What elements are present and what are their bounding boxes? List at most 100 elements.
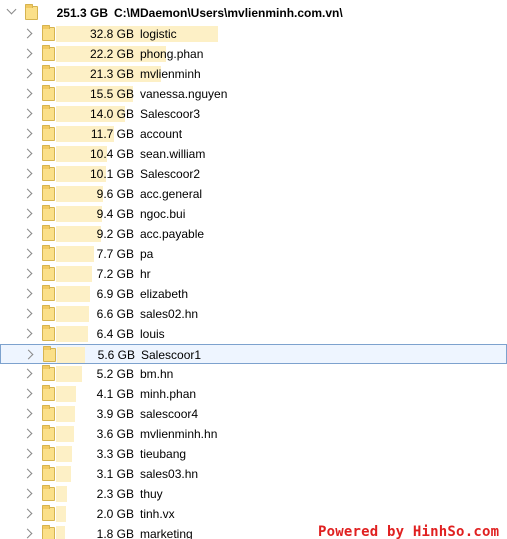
folder-icon — [42, 465, 55, 481]
folder-row[interactable]: 6.9 GB elizabeth — [0, 284, 507, 304]
folder-icon — [42, 65, 55, 81]
chevron-right-icon[interactable] — [22, 268, 33, 279]
folder-row[interactable]: 10.1 GB Salescoor2 — [0, 164, 507, 184]
folder-size: 4.1 GB — [96, 387, 134, 401]
folder-size: 5.6 GB — [97, 348, 135, 362]
chevron-right-icon[interactable] — [22, 308, 33, 319]
folder-row[interactable]: 7.2 GB hr — [0, 264, 507, 284]
folder-row[interactable]: 3.9 GB salescoor4 — [0, 404, 507, 424]
folder-row[interactable]: 2.0 GB tinh.vx — [0, 504, 507, 524]
folder-row[interactable]: 15.5 GB vanessa.nguyen — [0, 84, 507, 104]
folder-size: 6.4 GB — [96, 327, 134, 341]
folder-row[interactable]: 3.6 GB mvlienminh.hn — [0, 424, 507, 444]
folder-row[interactable]: 5.6 GB Salescoor1 — [0, 344, 507, 364]
chevron-right-icon[interactable] — [22, 148, 33, 159]
chevron-right-icon[interactable] — [22, 488, 33, 499]
chevron-right-icon[interactable] — [23, 349, 34, 360]
folder-icon — [42, 245, 55, 261]
folder-name: thuy — [140, 487, 163, 501]
folder-row[interactable]: 9.4 GB ngoc.bui — [0, 204, 507, 224]
chevron-right-icon[interactable] — [22, 408, 33, 419]
chevron-right-icon[interactable] — [22, 368, 33, 379]
root-size: 251.3 GB — [56, 6, 108, 20]
folder-row[interactable]: 32.8 GB logistic — [0, 24, 507, 44]
chevron-right-icon[interactable] — [22, 88, 33, 99]
folder-row[interactable]: 9.2 GB acc.payable — [0, 224, 507, 244]
folder-size-tree: 251.3 GB C:\MDaemon\Users\mvlienminh.com… — [0, 0, 507, 539]
chevron-right-icon[interactable] — [22, 248, 33, 259]
folder-size: 9.4 GB — [96, 207, 134, 221]
folder-size: 21.3 GB — [89, 67, 134, 81]
watermark-text: Powered by HinhSo.com — [318, 524, 500, 539]
folder-row[interactable]: 14.0 GB Salescoor3 — [0, 104, 507, 124]
folder-name: tinh.vx — [140, 507, 175, 521]
chevron-right-icon[interactable] — [22, 388, 33, 399]
folder-name: account — [140, 127, 183, 141]
folder-size: 11.7 GB — [90, 127, 134, 141]
chevron-right-icon[interactable] — [22, 208, 33, 219]
folder-row[interactable]: 6.6 GB sales02.hn — [0, 304, 507, 324]
folder-size: 5.2 GB — [96, 367, 134, 381]
chevron-right-icon[interactable] — [22, 288, 33, 299]
folder-size: 10.1 GB — [89, 167, 134, 181]
chevron-right-icon[interactable] — [22, 48, 33, 59]
folder-name: ngoc.bui — [140, 207, 186, 221]
folder-row[interactable]: 6.4 GB louis — [0, 324, 507, 344]
folder-name: sales03.hn — [140, 467, 199, 481]
chevron-right-icon[interactable] — [22, 28, 33, 39]
chevron-right-icon[interactable] — [22, 188, 33, 199]
folder-row[interactable]: 2.3 GB thuy — [0, 484, 507, 504]
chevron-right-icon[interactable] — [22, 168, 33, 179]
folder-size: 9.2 GB — [96, 227, 134, 241]
chevron-right-icon[interactable] — [22, 108, 33, 119]
folder-name: vanessa.nguyen — [140, 87, 228, 101]
folder-size: 22.2 GB — [89, 47, 134, 61]
folder-name: marketing — [140, 527, 193, 539]
folder-name: acc.general — [140, 187, 203, 201]
folder-size: 2.3 GB — [96, 487, 134, 501]
folder-icon — [42, 145, 55, 161]
chevron-right-icon[interactable] — [22, 508, 33, 519]
chevron-right-icon[interactable] — [22, 68, 33, 79]
folder-icon — [42, 285, 55, 301]
folder-name: sean.william — [140, 147, 206, 161]
chevron-right-icon[interactable] — [22, 448, 33, 459]
root-path: C:\MDaemon\Users\mvlienminh.com.vn\ — [114, 6, 343, 20]
chevron-right-icon[interactable] — [22, 328, 33, 339]
folder-icon — [42, 385, 55, 401]
folder-row[interactable]: 4.1 GB minh.phan — [0, 384, 507, 404]
folder-size: 6.6 GB — [96, 307, 134, 321]
folder-icon — [42, 505, 55, 521]
folder-row[interactable]: 22.2 GB phong.phan — [0, 44, 507, 64]
folder-row[interactable]: 5.2 GB bm.hn — [0, 364, 507, 384]
folder-size: 3.3 GB — [96, 447, 134, 461]
folder-row[interactable]: 3.1 GB sales03.hn — [0, 464, 507, 484]
folder-icon — [42, 365, 55, 381]
chevron-right-icon[interactable] — [22, 228, 33, 239]
folder-row[interactable]: 3.3 GB tieubang — [0, 444, 507, 464]
chevron-down-icon[interactable] — [6, 4, 17, 15]
tree-root-row[interactable]: 251.3 GB C:\MDaemon\Users\mvlienminh.com… — [0, 3, 507, 23]
folder-name: sales02.hn — [140, 307, 199, 321]
folder-icon — [42, 265, 55, 281]
folder-icon — [42, 25, 55, 41]
folder-icon — [42, 45, 55, 61]
chevron-right-icon[interactable] — [22, 468, 33, 479]
folder-row[interactable]: 7.7 GB pa — [0, 244, 507, 264]
folder-icon — [42, 405, 55, 421]
folder-name: Salescoor2 — [140, 167, 201, 181]
chevron-right-icon[interactable] — [22, 428, 33, 439]
chevron-right-icon[interactable] — [22, 128, 33, 139]
folder-row[interactable]: 21.3 GB mvlienminh — [0, 64, 507, 84]
folder-size: 32.8 GB — [89, 27, 134, 41]
folder-name: tieubang — [140, 447, 187, 461]
folder-name: acc.payable — [140, 227, 205, 241]
folder-row[interactable]: 9.6 GB acc.general — [0, 184, 507, 204]
folder-size: 14.0 GB — [89, 107, 134, 121]
folder-icon — [42, 165, 55, 181]
chevron-right-icon[interactable] — [22, 528, 33, 539]
folder-row[interactable]: 10.4 GB sean.william — [0, 144, 507, 164]
folder-icon — [42, 125, 55, 141]
folder-row[interactable]: 11.7 GB account — [0, 124, 507, 144]
folder-size: 3.1 GB — [96, 467, 134, 481]
